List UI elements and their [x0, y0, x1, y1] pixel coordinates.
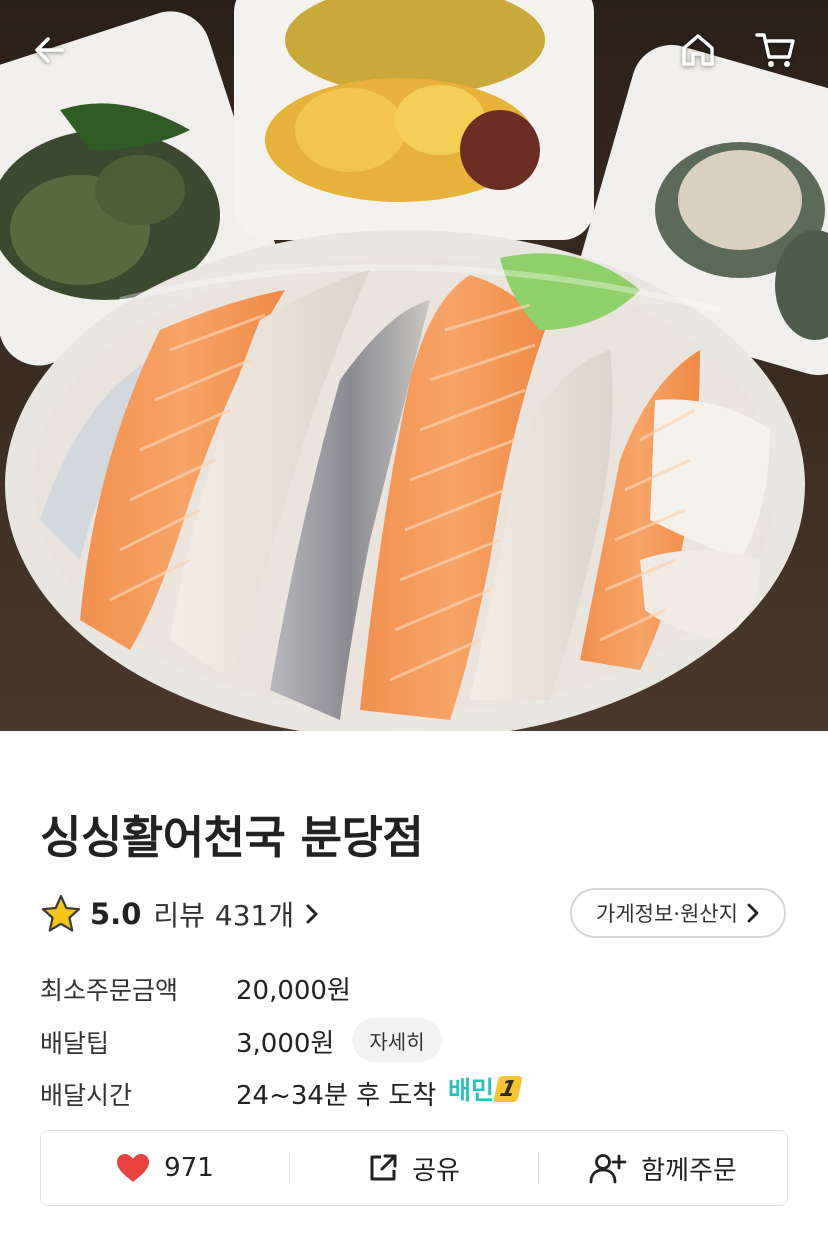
share-label: 공유	[412, 1155, 460, 1186]
side-dish-top	[234, 0, 594, 240]
min-order-label: 최소주문금액	[40, 976, 179, 1005]
store-action-bar: 971 공유 함께주문	[40, 1130, 788, 1206]
star-icon	[41, 894, 81, 932]
review-count: 431개	[214, 899, 295, 932]
delivery-time-value: 24~34분 후 도착	[236, 1081, 437, 1111]
group-order-label: 함께주문	[641, 1155, 737, 1186]
home-icon	[682, 34, 714, 66]
delivery-time-label: 배달시간	[40, 1081, 133, 1110]
store-info-origin-label: 가게정보·원산지	[596, 902, 738, 926]
review-label: 리뷰	[153, 899, 205, 932]
store-info-section: 싱싱활어천국 분당점 5.0 리뷰 431개 가게정보·원산지 최소주문금액 2…	[0, 731, 828, 1236]
share-button[interactable]: 공유	[290, 1131, 538, 1205]
chevron-right-icon	[747, 903, 759, 923]
like-count: 971	[164, 1153, 214, 1183]
chevron-right-icon	[306, 904, 318, 924]
delivery-tip-detail-button[interactable]: 자세히	[352, 1018, 442, 1062]
delivery-tip-value: 3,000원	[236, 1029, 335, 1059]
home-button[interactable]	[672, 24, 724, 76]
store-info-origin-button[interactable]: 가게정보·원산지	[570, 888, 786, 938]
delivery-tip-label: 배달팁	[40, 1029, 110, 1058]
rating-reviews-link[interactable]: 5.0 리뷰 431개	[40, 891, 320, 937]
heart-icon	[117, 1154, 150, 1182]
cart-button[interactable]	[750, 24, 802, 76]
baemin-badge-number: 1	[493, 1076, 523, 1102]
arrow-left-icon	[35, 37, 64, 63]
add-person-icon	[589, 1154, 627, 1184]
like-button[interactable]: 971	[41, 1131, 289, 1205]
main-platter	[5, 230, 805, 731]
baemin1-badge: 배민 1	[448, 1071, 523, 1107]
share-icon	[370, 1154, 397, 1181]
rating-value: 5.0	[90, 897, 142, 931]
sashimi-platter-illustration	[0, 0, 828, 731]
back-button[interactable]	[24, 24, 76, 76]
min-order-value: 20,000원	[236, 976, 351, 1006]
group-order-button[interactable]: 함께주문	[539, 1131, 787, 1205]
baemin-badge-text: 배민	[448, 1076, 495, 1105]
store-name: 싱싱활어천국 분당점	[40, 811, 424, 864]
cart-icon	[755, 33, 795, 67]
hero-food-photo	[0, 0, 828, 731]
